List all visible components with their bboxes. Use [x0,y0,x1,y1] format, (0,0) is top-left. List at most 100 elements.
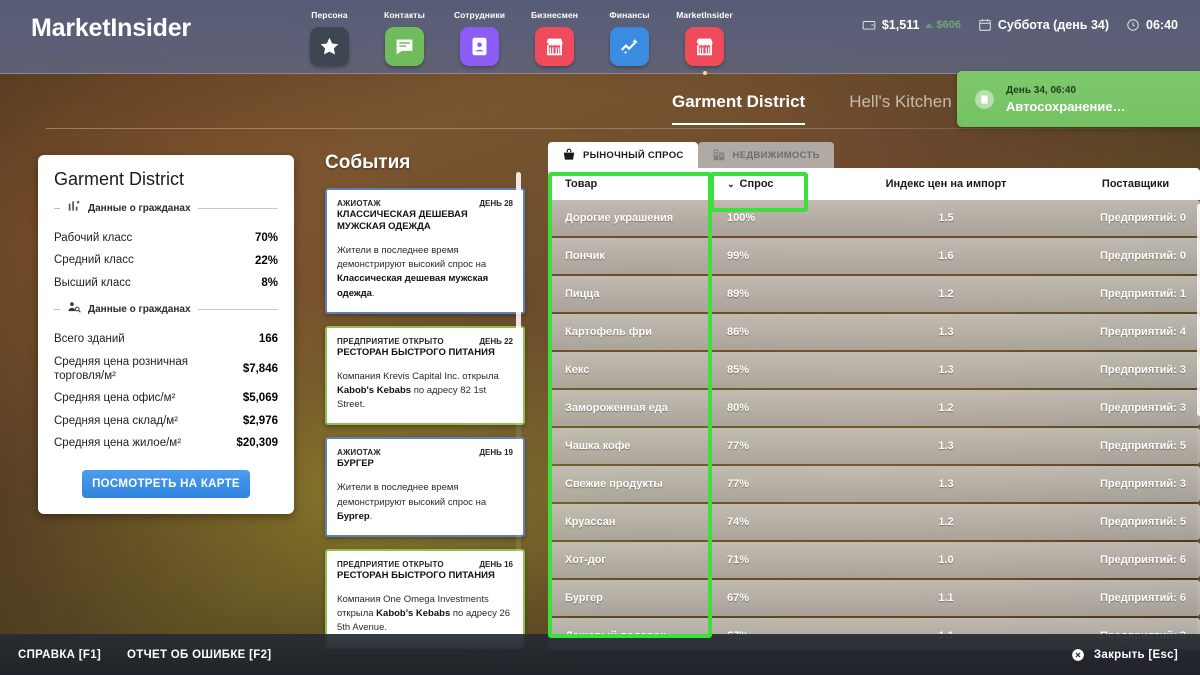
table-row[interactable]: Дорогие украшения 100% 1.5 Предприятий: 0 [548,200,1200,236]
column-header-4[interactable]: Поставщики [1071,178,1200,190]
event-day: ДЕНЬ 19 [479,448,513,458]
event-body-pre: Жители в последнее время демонстрируют в… [337,244,487,270]
cell-suppliers: Предприятий: 6 [1099,554,1186,566]
table-row[interactable]: Пончик 99% 1.6 Предприятий: 0 [548,238,1200,274]
event-title: БУРГЕР [337,458,374,470]
table-row[interactable]: Чашка кофе 77% 1.3 Предприятий: 5 [548,428,1200,464]
bug-report-shortcut[interactable]: ОТЧЕТ ОБ ОШИБКЕ [F2] [127,649,271,661]
table-row[interactable]: Кекс 85% 1.3 Предприятий: 3 [548,352,1200,388]
cell-import-index: 1.2 [938,516,954,528]
status-bar: $1,511 $606 Суббота (день 34) 06:40 [862,18,1178,32]
table-row[interactable]: Бургер 67% 1.1 Предприятий: 6 [548,580,1200,616]
close-label[interactable]: Закрыть [Esc] [1094,649,1178,661]
cell-import-index: 1.0 [938,554,954,566]
event-body-post: . [369,510,373,522]
event-card[interactable]: АЖИОТАЖ ДЕНЬ 28 КЛАССИЧЕСКАЯ ДЕШЕВАЯ МУЖСК… [325,188,525,314]
table-row[interactable]: Круассан 74% 1.2 Предприятий: 5 [548,504,1200,540]
info-row-key: Всего зданий [54,333,125,346]
market-panel: РЫНОЧНЫЙ СПРОС НЕДВИЖИМОСТЬ Товар ⌄ Спрос Ин… [548,142,1200,650]
cell-demand: 85% [727,364,750,376]
market-tab-label: НЕДВИЖИМОСТЬ [732,149,820,161]
view-on-map-button[interactable]: ПОСМОТРЕТЬ НА КАРТЕ [82,470,250,499]
cell-import-index: 1.3 [938,440,954,452]
cell-import-index: 1.1 [938,592,954,604]
events-scrollbar[interactable] [516,172,521,612]
nav-item-4[interactable]: Бизнесмен [528,10,581,75]
nav-item-icon-button[interactable] [310,27,349,66]
main-nav: Персона Контакты Сотрудники Бизнесмен Финанс… [303,10,733,75]
nav-item-5[interactable]: Финансы [603,10,656,75]
top-bar: MarketInsider Персона Контакты Сотрудники Б… [0,0,1200,75]
nav-item-1[interactable]: Персона [303,10,356,75]
nav-item-label: MarketInsider [676,10,733,20]
column-header-label: Спрос [739,178,774,190]
column-header-2[interactable]: ⌄ Спрос [711,178,821,190]
toast-text: День 34, 06:40 Автосохранение… [1006,85,1126,114]
bottom-bar: СПРАВКА [F1] ОТЧЕТ ОБ ОШИБКЕ [F2] Закрыт… [0,634,1200,675]
info-row-value: 8% [261,276,278,289]
market-table-rows: Дорогие украшения 100% 1.5 Предприятий: 0 По… [548,200,1200,650]
event-card[interactable]: ПРЕДПРИЯТИЕ ОТКРЫТО ДЕНЬ 22 РЕСТОРАН БЫСТР… [325,325,525,426]
date-value: Суббота (день 34) [997,18,1110,32]
market-tab-2[interactable]: НЕДВИЖИМОСТЬ [697,142,834,168]
market-table-body-wrap: Дорогие украшения 100% 1.5 Предприятий: 0 По… [548,200,1200,650]
cell-demand: 71% [727,554,750,566]
close-button[interactable]: Закрыть [Esc] [1071,648,1178,662]
nav-item-icon-button[interactable] [460,27,499,66]
star-icon [320,37,339,55]
info-section-header: Данные о гражданах [54,199,278,218]
table-row[interactable]: Картофель фри 86% 1.3 Предприятий: 4 [548,314,1200,350]
nav-item-icon-button[interactable] [685,27,724,66]
events-scrollbar-thumb[interactable] [516,172,521,362]
district-tab-2[interactable]: Hell's Kitchen [849,92,951,125]
cell-product: Бургер [565,592,603,604]
section-rule [197,309,278,311]
info-section-header: Данные о гражданах [54,300,278,319]
nav-item-3[interactable]: Сотрудники [453,10,506,75]
cell-demand: 77% [727,440,750,452]
event-card[interactable]: АЖИОТАЖ ДЕНЬ 19 БУРГЕР Жители в последнее в… [325,437,525,537]
info-row-key: Средний класс [54,254,134,267]
event-title: КЛАССИЧЕСКАЯ ДЕШЕВАЯ МУЖСКАЯ ОДЕЖДА [337,209,468,232]
table-row[interactable]: Замороженная еда 80% 1.2 Предприятий: 3 [548,390,1200,426]
time-value: 06:40 [1146,18,1178,32]
cell-import-index: 1.3 [938,326,954,338]
store-icon [696,38,713,56]
event-body-highlight: Kabob's Kebabs [337,384,412,396]
save-icon [975,89,994,109]
market-table-header: Товар ⌄ Спрос Индекс цен на импорт Поставщик… [548,168,1200,200]
cell-product: Хот-дог [565,554,606,566]
nav-item-label: Сотрудники [453,10,506,20]
section-label: Данные о гражданах [88,203,191,214]
nav-item-2[interactable]: Контакты [378,10,431,75]
info-row-key: Рабочий класс [54,232,133,244]
nav-item-6[interactable]: MarketInsider [676,10,733,75]
table-row[interactable]: Свежие продукты 77% 1.3 Предприятий: 3 [548,466,1200,502]
event-body: Компания One Omega Investments открыла K… [337,593,513,636]
cell-import-index: 1.3 [938,364,954,376]
nav-item-icon-button[interactable] [535,27,574,66]
app-brand: MarketInsider [31,14,191,42]
district-tab-1[interactable]: Garment District [672,92,806,125]
nav-item-icon-button[interactable] [610,27,649,66]
event-body-pre: Жители в последнее время демонстрируют в… [337,482,487,508]
table-row[interactable]: Хот-дог 71% 1.0 Предприятий: 6 [548,542,1200,578]
event-day: ДЕНЬ 22 [479,336,513,346]
people-search-icon [68,302,81,313]
event-body-highlight: Бургер [337,510,370,522]
cell-product: Пончик [565,250,605,262]
district-card-title: Garment District [54,169,185,189]
cell-suppliers: Предприятий: 0 [1099,250,1186,262]
market-tab-label: РЫНОЧНЫЙ СПРОС [583,149,684,161]
section-icon [67,300,81,319]
cell-suppliers: Предприятий: 3 [1099,478,1186,490]
table-row[interactable]: Пицца 89% 1.2 Предприятий: 1 [548,276,1200,312]
nav-item-icon-button[interactable] [385,27,424,66]
column-header-1[interactable]: Товар [548,178,711,190]
market-tab-1[interactable]: РЫНОЧНЫЙ СПРОС [548,142,698,168]
info-row-value: 22% [254,254,278,267]
event-kind: АЖИОТАЖ [337,199,381,208]
column-header-3[interactable]: Индекс цен на импорт [821,178,1071,190]
cell-suppliers: Предприятий: 6 [1099,592,1186,604]
help-shortcut[interactable]: СПРАВКА [F1] [18,649,101,661]
